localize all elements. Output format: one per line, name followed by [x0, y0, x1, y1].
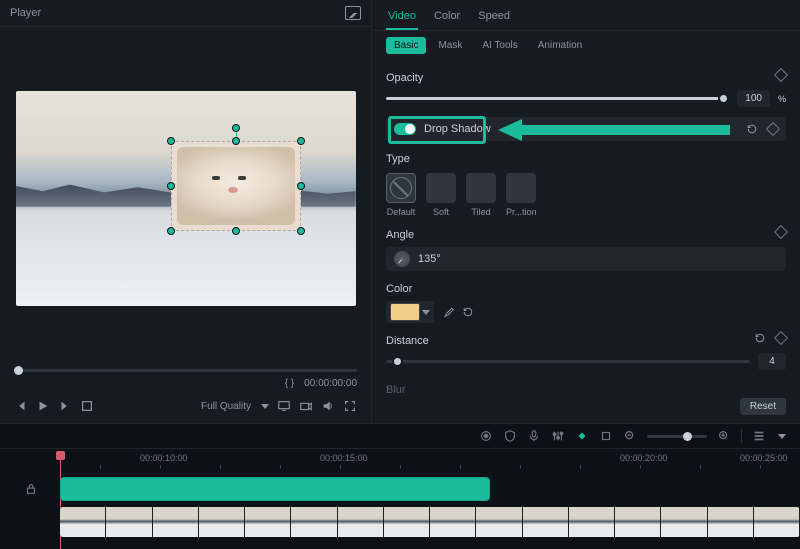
video-clip[interactable] — [60, 507, 800, 537]
preview-canvas[interactable] — [0, 27, 371, 369]
timecode: 00:00:00:00 — [304, 378, 357, 389]
rotate-handle[interactable] — [232, 124, 240, 132]
subtab-animation[interactable]: Animation — [530, 37, 590, 54]
reset-icon[interactable] — [462, 306, 474, 318]
distance-label: Distance — [386, 335, 429, 347]
mic-icon[interactable] — [527, 429, 541, 443]
angle-dial[interactable] — [394, 251, 410, 267]
resize-handle[interactable] — [297, 182, 305, 190]
resize-handle[interactable] — [167, 182, 175, 190]
tab-video[interactable]: Video — [386, 6, 418, 30]
marker-icon[interactable] — [575, 429, 589, 443]
chevron-down-icon — [778, 434, 786, 439]
resize-handle[interactable] — [297, 137, 305, 145]
type-projection[interactable] — [506, 173, 536, 203]
tab-speed[interactable]: Speed — [476, 6, 512, 30]
subtab-basic[interactable]: Basic — [386, 37, 426, 54]
zoom-slider[interactable] — [647, 435, 707, 438]
drop-shadow-label: Drop Shadow — [424, 123, 491, 135]
opacity-slider[interactable] — [386, 97, 729, 100]
distance-slider[interactable] — [386, 360, 750, 363]
quality-dropdown[interactable]: Full Quality — [201, 401, 251, 412]
brace-icon[interactable]: { } — [285, 378, 294, 389]
drop-shadow-toggle[interactable] — [394, 123, 416, 135]
chevron-down-icon — [261, 404, 269, 409]
color-swatch[interactable] — [386, 301, 434, 323]
type-label: Type — [386, 153, 786, 165]
screen-icon[interactable] — [277, 399, 291, 413]
fullscreen-icon[interactable] — [343, 399, 357, 413]
blur-label: Blur — [386, 384, 786, 396]
type-default[interactable] — [386, 173, 416, 203]
zoom-out-icon[interactable] — [623, 429, 637, 443]
angle-value: 135° — [418, 253, 441, 265]
subtab-mask[interactable]: Mask — [430, 37, 470, 54]
subtab-aitools[interactable]: AI Tools — [474, 37, 525, 54]
drop-shadow-row: Drop Shadow — [386, 117, 786, 141]
play-icon[interactable] — [36, 399, 50, 413]
adjust-icon[interactable] — [551, 429, 565, 443]
player-title: Player — [10, 7, 41, 19]
resize-handle[interactable] — [167, 137, 175, 145]
eyedropper-icon[interactable] — [442, 306, 454, 318]
record-icon[interactable] — [479, 429, 493, 443]
distance-value[interactable]: 4 — [758, 353, 786, 370]
reset-button[interactable]: Reset — [740, 398, 786, 415]
keyframe-icon[interactable] — [774, 68, 788, 82]
angle-input[interactable]: 135° — [386, 247, 786, 271]
overlay-clip[interactable] — [60, 477, 490, 501]
color-label: Color — [386, 283, 786, 295]
opacity-unit: % — [778, 94, 786, 104]
keyframe-icon[interactable] — [774, 331, 788, 345]
next-frame-icon[interactable] — [58, 399, 72, 413]
player-panel: Player — [0, 0, 372, 423]
lock-icon[interactable] — [24, 482, 38, 496]
prev-frame-icon[interactable] — [14, 399, 28, 413]
chevron-down-icon — [422, 310, 430, 315]
angle-label: Angle — [386, 229, 414, 241]
opacity-value[interactable]: 100 — [737, 90, 770, 107]
resize-handle[interactable] — [297, 227, 305, 235]
timeline[interactable]: 00:00:10:00 00:00:15:00 00:00:20:00 00:0… — [0, 449, 800, 547]
stop-icon[interactable] — [80, 399, 94, 413]
image-icon[interactable] — [345, 6, 361, 20]
shield-icon[interactable] — [503, 429, 517, 443]
scrub-slider[interactable] — [14, 369, 357, 372]
reset-icon[interactable] — [746, 123, 758, 135]
reset-icon[interactable] — [754, 332, 766, 344]
track-height-icon[interactable] — [752, 429, 766, 443]
opacity-label: Opacity — [386, 72, 423, 84]
volume-icon[interactable] — [321, 399, 335, 413]
resize-handle[interactable] — [232, 227, 240, 235]
keyframe-icon[interactable] — [766, 122, 780, 136]
type-tiled[interactable] — [466, 173, 496, 203]
selected-clip[interactable] — [171, 141, 301, 231]
time-ruler[interactable]: 00:00:10:00 00:00:15:00 00:00:20:00 00:0… — [60, 453, 800, 469]
resize-handle[interactable] — [232, 137, 240, 145]
timeline-toolbar — [0, 423, 800, 449]
keyframe-icon[interactable] — [774, 225, 788, 239]
tab-color[interactable]: Color — [432, 6, 462, 30]
inspector-panel: Video Color Speed Basic Mask AI Tools An… — [372, 0, 800, 423]
type-soft[interactable] — [426, 173, 456, 203]
camera-icon[interactable] — [299, 399, 313, 413]
annotation-arrow — [498, 119, 730, 141]
zoom-in-icon[interactable] — [717, 429, 731, 443]
resize-handle[interactable] — [167, 227, 175, 235]
crop-icon[interactable] — [599, 429, 613, 443]
